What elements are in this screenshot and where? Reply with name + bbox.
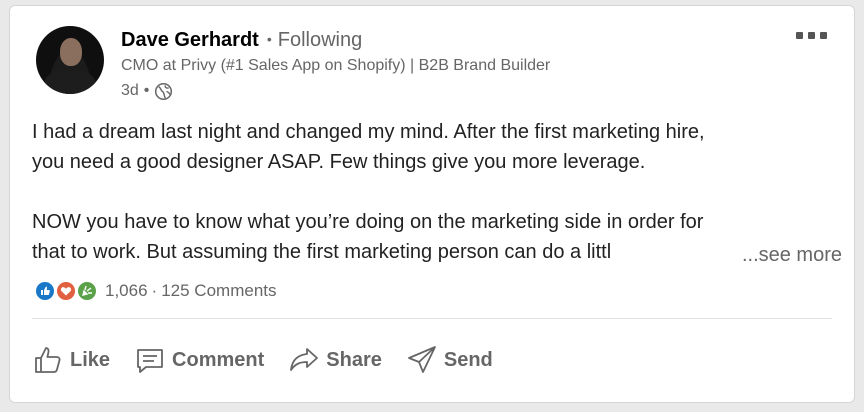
avatar-body: [44, 70, 96, 94]
social-counts: 1,066 · 125 Comments: [34, 280, 277, 302]
celebrate-reaction-icon: [76, 280, 98, 302]
action-bar: Like Comment Share Send: [32, 340, 517, 380]
author-line: Dave Gerhardt • Following: [121, 27, 362, 52]
like-reaction-icon: [34, 280, 56, 302]
author-separator: •: [266, 31, 272, 47]
more-options-icon[interactable]: [796, 32, 832, 42]
post-meta: 3d •: [121, 81, 173, 101]
comment-count[interactable]: 125 Comments: [161, 281, 276, 300]
reaction-count-line: 1,066 · 125 Comments: [105, 281, 277, 301]
post-body: I had a dream last night and changed my …: [32, 117, 842, 267]
share-label: Share: [326, 348, 382, 371]
post-text-line: I had a dream last night and changed my …: [32, 121, 705, 143]
follow-status[interactable]: Following: [278, 29, 362, 51]
like-label: Like: [70, 348, 111, 371]
see-more-link[interactable]: ...see more: [735, 240, 842, 270]
like-button[interactable]: Like: [32, 344, 110, 376]
post-text-line: you need a good designer ASAP. Few thing…: [32, 151, 646, 173]
post-card: Dave Gerhardt • Following CMO at Privy (#1…: [9, 5, 855, 403]
time-separator: •: [143, 82, 150, 99]
comment-icon: [137, 349, 163, 373]
avatar-face: [60, 38, 82, 66]
post-text-line: NOW you have to know what you’re doing o…: [32, 211, 704, 233]
globe-icon: [154, 82, 173, 101]
author-headline: CMO at Privy (#1 Sales App on Shopify) |…: [121, 57, 551, 74]
send-button[interactable]: Send: [406, 344, 493, 376]
author-avatar[interactable]: [36, 26, 104, 94]
thumbs-up-icon: [35, 347, 61, 373]
post-time: 3d: [121, 82, 139, 99]
comment-label: Comment: [172, 348, 265, 371]
share-button[interactable]: Share: [288, 344, 382, 376]
divider: [32, 318, 832, 319]
post-text-line: that to work. But assuming the first mar…: [32, 241, 612, 263]
love-reaction-icon: [55, 280, 77, 302]
share-icon: [290, 348, 319, 371]
send-label: Send: [443, 348, 493, 371]
count-separator: ·: [151, 281, 158, 300]
send-icon: [407, 346, 436, 373]
author-name[interactable]: Dave Gerhardt: [121, 29, 259, 51]
reaction-count[interactable]: 1,066: [105, 281, 148, 300]
comment-button[interactable]: Comment: [134, 344, 264, 376]
